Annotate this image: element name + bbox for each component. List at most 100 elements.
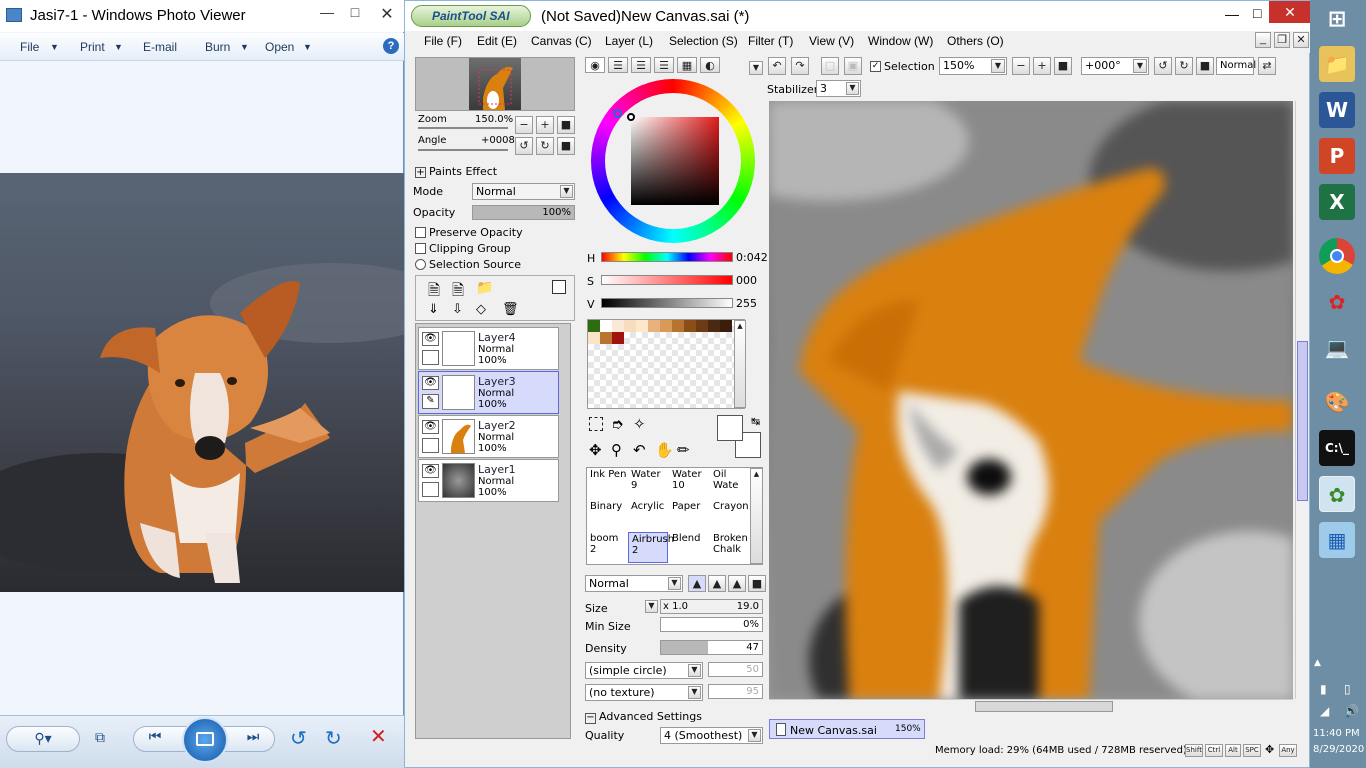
v-slider[interactable]	[601, 298, 733, 308]
canvas-vscrollbar[interactable]	[1295, 101, 1308, 699]
swatch[interactable]	[708, 320, 720, 332]
brush-shape-select[interactable]: (simple circle) ▼	[585, 662, 703, 679]
angle-slider[interactable]	[418, 149, 508, 151]
paints-effect-header[interactable]: + Paints Effect	[415, 165, 497, 178]
vscroll-thumb[interactable]	[1297, 341, 1308, 501]
new-folder-icon[interactable]: 📁	[476, 280, 493, 296]
hand-icon[interactable]: ✋	[655, 441, 674, 459]
chrome-icon[interactable]	[1319, 238, 1355, 274]
menu-window[interactable]: Window (W)	[868, 34, 933, 48]
foreground-color-swatch[interactable]	[717, 415, 743, 441]
swatch[interactable]	[588, 320, 600, 332]
zoom-reset-icon[interactable]: ■	[557, 116, 575, 134]
tool-acrylic[interactable]: Acrylic	[628, 500, 668, 531]
mdi-minimize-icon[interactable]: _	[1255, 32, 1271, 48]
volume-icon[interactable]: 🔊	[1344, 704, 1359, 718]
tool-boom-2[interactable]: boom 2	[587, 532, 627, 563]
rotate-reset-icon[interactable]: ■	[1196, 57, 1214, 75]
layer-item-selected[interactable]: 👁 ✎ Layer3 Normal 100%	[418, 371, 559, 414]
mdi-restore-icon[interactable]: ❐	[1274, 32, 1290, 48]
menu-email[interactable]: E-mail	[143, 40, 177, 54]
size-multiplier-dropdown[interactable]: ▼	[645, 600, 658, 613]
zoom-button[interactable]: ⚲▾	[6, 726, 80, 752]
eye-icon[interactable]: 👁	[422, 376, 439, 390]
deselect-icon[interactable]: □	[821, 57, 839, 75]
hue-ring[interactable]	[591, 79, 755, 243]
word-icon[interactable]: W	[1319, 92, 1355, 128]
clock-date[interactable]: 8/29/2020	[1313, 744, 1364, 755]
navigator-preview[interactable]	[415, 57, 575, 111]
swatch[interactable]	[720, 320, 732, 332]
paint-tool-sai-icon[interactable]: ✿	[1319, 476, 1355, 512]
swatch-scrollbar[interactable]: ▲	[734, 320, 746, 408]
hue-cursor[interactable]	[613, 109, 622, 118]
tool-binary[interactable]: Binary	[587, 500, 627, 531]
swatch[interactable]	[660, 320, 672, 332]
tool-airbrush-2[interactable]: Airbrush 2	[628, 532, 674, 563]
swatch[interactable]	[600, 332, 612, 344]
tool-oil-water[interactable]: Oil Wate	[710, 468, 750, 499]
layer-item[interactable]: 👁 Layer1 Normal 100%	[418, 459, 559, 502]
menu-canvas[interactable]: Canvas (C)	[531, 34, 592, 48]
help-icon[interactable]: ?	[383, 38, 399, 54]
windows-start-icon[interactable]: ⊞	[1319, 2, 1355, 38]
clock-time[interactable]: 11:40 PM	[1313, 728, 1360, 739]
brush-texture-select[interactable]: (no texture) ▼	[585, 684, 703, 701]
delete-icon[interactable]: ✕	[370, 724, 387, 748]
view-mode-field[interactable]: Normal	[1216, 57, 1256, 75]
close-button[interactable]: ✕	[1269, 1, 1311, 23]
swatch[interactable]	[600, 320, 612, 332]
tool-blend[interactable]: Blend	[669, 532, 709, 563]
hscroll-thumb[interactable]	[975, 701, 1113, 712]
size-slider[interactable]: 19.0	[660, 599, 763, 614]
min-size-slider[interactable]: 0%	[660, 617, 763, 632]
excel-icon[interactable]: X	[1319, 184, 1355, 220]
swap-colors-icon[interactable]: ↹	[751, 415, 760, 428]
clipping-group-checkbox[interactable]	[415, 243, 426, 254]
mdi-close-icon[interactable]: ✕	[1293, 32, 1309, 48]
magic-wand-icon[interactable]: ✧	[633, 415, 646, 433]
trash-icon[interactable]: 🗑	[502, 302, 519, 317]
hsv-slider-tab[interactable]: ☰	[631, 57, 651, 73]
tool-paper[interactable]: Paper	[669, 500, 709, 531]
menu-view[interactable]: View (V)	[809, 34, 854, 48]
lock-toggle[interactable]	[422, 482, 439, 497]
lasso-icon[interactable]: ➮	[611, 415, 624, 433]
h-slider[interactable]	[601, 252, 733, 262]
zoom-out-icon[interactable]: −	[1012, 57, 1030, 75]
selection-checkbox[interactable]: ✓	[870, 61, 881, 72]
tool-ink-pen[interactable]: Ink Pen	[587, 468, 627, 499]
quality-select[interactable]: 4 (Smoothest) ▼	[660, 727, 763, 744]
rotate-left-icon[interactable]: ↺	[290, 726, 307, 750]
swatches-tab[interactable]: ▦	[677, 57, 697, 73]
zoom-out-icon[interactable]: −	[515, 116, 533, 134]
rotate-left-icon[interactable]: ↺	[515, 137, 533, 155]
eyedropper-icon[interactable]: ✏	[677, 441, 690, 459]
texture-strength-slider[interactable]: 95	[708, 684, 763, 699]
rotate-tool-icon[interactable]: ↶	[633, 441, 646, 459]
remote-desktop-icon[interactable]: 💻	[1319, 330, 1355, 366]
brush-shape-square-icon[interactable]: ■	[748, 575, 766, 592]
menu-print[interactable]: Print	[80, 40, 105, 54]
network-icon[interactable]: ▮	[1320, 682, 1327, 696]
menu-file[interactable]: File (F)	[424, 34, 462, 48]
angle-select[interactable]: +000° ▼	[1081, 57, 1149, 75]
tool-crayon[interactable]: Crayon	[710, 500, 750, 531]
eye-icon[interactable]: 👁	[422, 420, 439, 434]
tool-water-9[interactable]: Water 9	[628, 468, 668, 499]
mask-icon[interactable]	[552, 280, 566, 294]
panel-toggle-icon[interactable]: ▼	[749, 61, 763, 75]
command-prompt-icon[interactable]: C:\_	[1319, 430, 1355, 466]
signal-icon[interactable]: ◢	[1320, 704, 1329, 718]
tray-expand-icon[interactable]: ▲	[1314, 658, 1321, 668]
tool-scrollbar[interactable]: ▲	[750, 468, 763, 564]
powerpoint-icon[interactable]: P	[1319, 138, 1355, 174]
rotate-left-icon[interactable]: ↺	[1154, 57, 1172, 75]
lock-toggle[interactable]	[422, 350, 439, 365]
photo-viewer-icon[interactable]: ▦	[1319, 522, 1355, 558]
brush-lock-icon[interactable]: ✎	[422, 394, 439, 409]
paint-palette-icon[interactable]: 🎨	[1319, 384, 1355, 420]
lock-toggle[interactable]	[422, 438, 439, 453]
opacity-slider[interactable]: 100%	[472, 205, 575, 220]
advanced-settings-header[interactable]: − Advanced Settings	[585, 710, 702, 724]
